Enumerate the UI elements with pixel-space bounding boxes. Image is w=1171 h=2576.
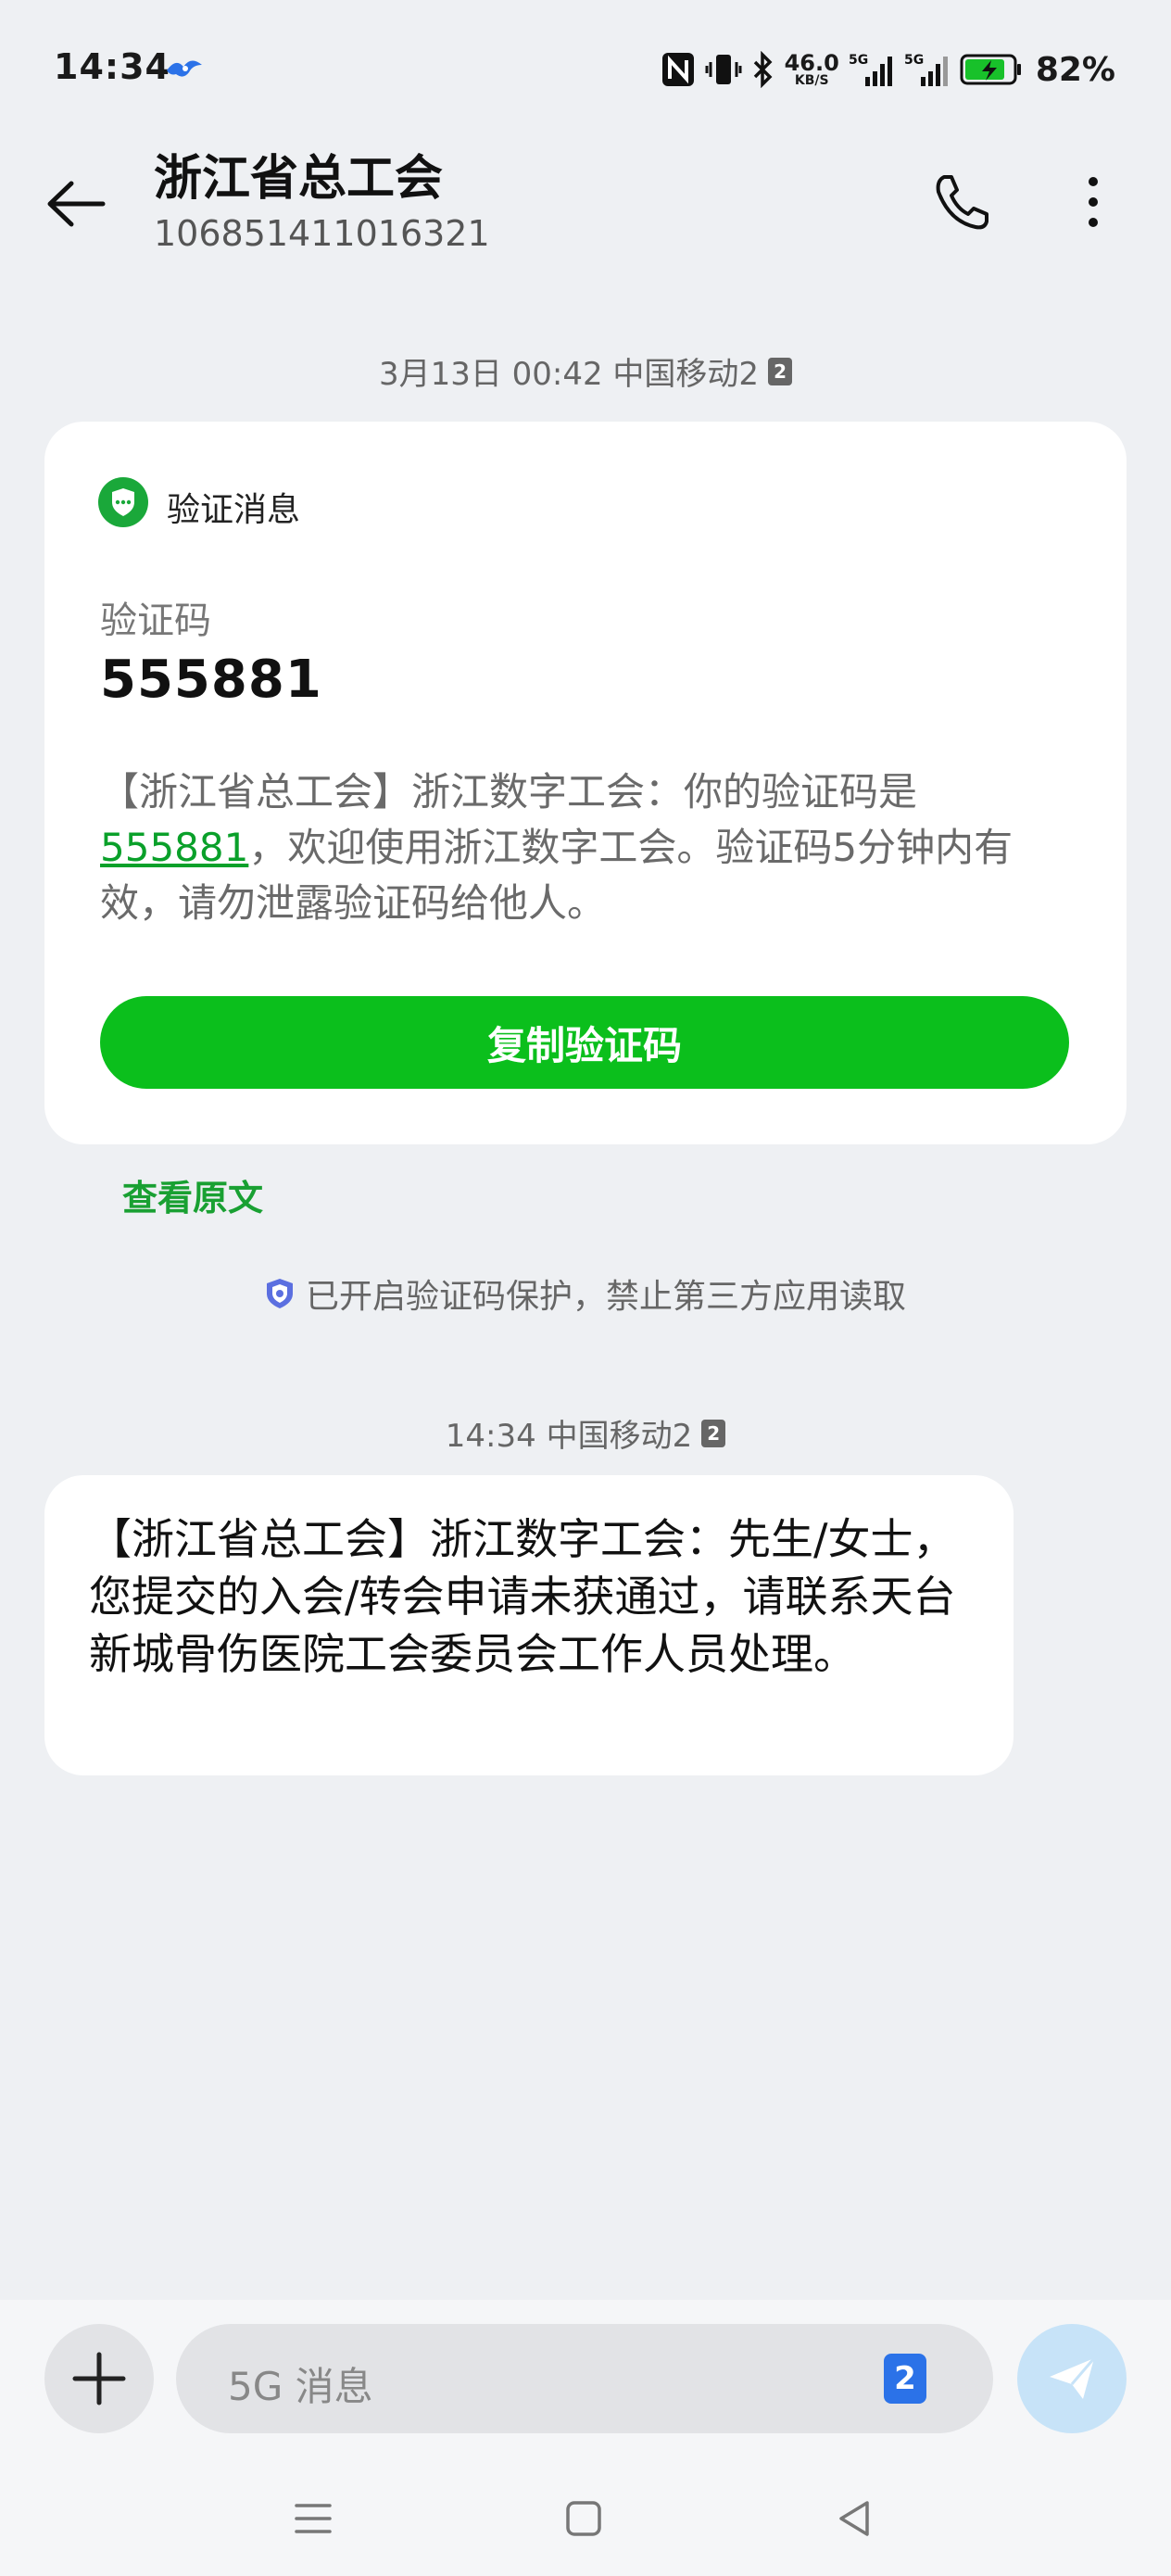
nav-back-button[interactable] [826, 2491, 882, 2546]
verify-shield-icon [98, 477, 148, 527]
input-placeholder: 5G 消息 [228, 2364, 373, 2409]
card-label: 验证消息 [167, 491, 301, 529]
view-original-link[interactable]: 查看原文 [122, 1169, 263, 1220]
signal-icon: 5G [904, 53, 948, 86]
menu-icon [295, 2504, 332, 2533]
sim-badge: 2 [768, 357, 793, 385]
battery-charging-icon [960, 54, 1021, 85]
svg-text:5G: 5G [904, 53, 924, 68]
home-button[interactable] [556, 2491, 611, 2546]
recent-apps-button[interactable] [285, 2491, 341, 2546]
more-options-button[interactable] [1056, 163, 1130, 241]
arrow-left-icon [47, 181, 106, 227]
more-vertical-icon [1089, 177, 1098, 227]
add-attachment-button[interactable] [44, 2324, 154, 2433]
verification-code[interactable]: 555881 [100, 650, 322, 710]
message-text: 【浙江省总工会】浙江数字工会：先生/女士，您提交的入会/转会申请未获通过，请联系… [89, 1514, 956, 1679]
phone-icon [936, 175, 988, 230]
plus-icon [72, 2352, 126, 2406]
vibrate-icon [705, 55, 742, 84]
back-button[interactable] [37, 165, 115, 243]
status-icons: 46.0 KB/S 5G 5G 82% [661, 46, 1115, 93]
battery-percent: 82% [1035, 50, 1115, 89]
net-speed: 46.0 KB/S [784, 50, 839, 88]
status-time: 14:34 [54, 46, 170, 87]
protection-notice: 已开启验证码保护，禁止第三方应用读取 [0, 1269, 1171, 1318]
contact-number: 106851411016321 [154, 213, 490, 254]
send-button[interactable] [1017, 2324, 1127, 2433]
sim-select-button[interactable]: 2 [884, 2354, 926, 2404]
contact-name: 浙江省总工会 [154, 151, 444, 207]
sim-badge: 2 [701, 1419, 726, 1447]
message-input[interactable]: 5G 消息 2 [176, 2324, 993, 2433]
message-bubble[interactable]: 【浙江省总工会】浙江数字工会：先生/女士，您提交的入会/转会申请未获通过，请联系… [44, 1475, 1014, 1775]
signal-icon: 5G [849, 53, 892, 86]
shield-icon [266, 1279, 293, 1308]
verification-card: 验证消息 验证码 555881 【浙江省总工会】浙江数字工会：你的验证码是 555… [44, 422, 1127, 1144]
message-timestamp: 14:34 中国移动2 2 [0, 1410, 1171, 1456]
call-button[interactable] [923, 163, 1001, 241]
svg-text:5G: 5G [849, 53, 868, 68]
message-timestamp: 3月13日 00:42 中国移动2 2 [0, 348, 1171, 394]
bluetooth-icon [753, 51, 773, 88]
copy-code-button[interactable]: 复制验证码 [100, 996, 1069, 1089]
square-icon [566, 2501, 601, 2536]
message-body: 【浙江省总工会】浙江数字工会：你的验证码是 555881，欢迎使用浙江数字工会。验… [100, 769, 1014, 926]
code-caption: 验证码 [100, 600, 211, 642]
triangle-back-icon [839, 2501, 869, 2536]
code-link[interactable]: 555881 [100, 825, 248, 870]
sim-bird-icon [163, 52, 206, 83]
send-icon [1050, 2357, 1096, 2399]
nfc-icon [661, 53, 694, 86]
